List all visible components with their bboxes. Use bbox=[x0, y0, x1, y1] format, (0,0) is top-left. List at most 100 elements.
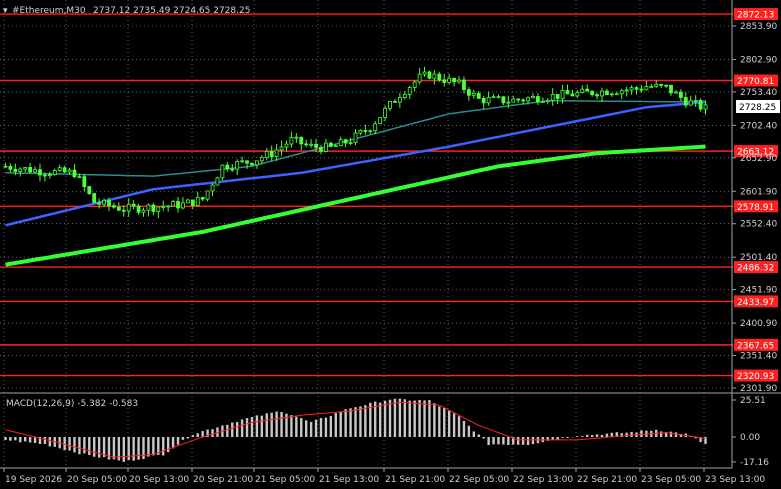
time-tick-label: 21 Sep 21:00 bbox=[385, 475, 445, 485]
candle-body bbox=[462, 79, 466, 90]
candle-body bbox=[619, 90, 624, 95]
candle-body bbox=[176, 201, 180, 209]
candle-body bbox=[476, 92, 481, 99]
candle-body bbox=[565, 90, 570, 95]
candle-body bbox=[289, 137, 294, 145]
time-tick-label: 23 Sep 13:00 bbox=[705, 475, 765, 485]
candle-body bbox=[703, 104, 708, 110]
candle-body bbox=[560, 90, 565, 99]
macd-label: MACD(12,26,9) -5.382 -0.583 bbox=[6, 399, 138, 409]
candle-body bbox=[319, 147, 323, 152]
candle-body bbox=[397, 97, 402, 103]
level-label: 2578.91 bbox=[737, 203, 774, 213]
candle-body bbox=[614, 93, 619, 96]
candle-body bbox=[205, 190, 210, 200]
candle-body bbox=[309, 143, 314, 146]
candle-body bbox=[264, 150, 269, 159]
candle-body bbox=[190, 199, 195, 206]
candle-body bbox=[624, 89, 629, 92]
candle-body bbox=[526, 97, 530, 102]
header-arrow-icon: ▾ bbox=[3, 6, 8, 16]
candle-body bbox=[82, 176, 87, 188]
candle-body bbox=[38, 169, 42, 176]
candle-body bbox=[570, 93, 575, 97]
candle-body bbox=[274, 149, 279, 158]
candle-body bbox=[674, 91, 678, 94]
candle-body bbox=[605, 90, 609, 96]
time-tick-label: 22 Sep 05:00 bbox=[449, 475, 509, 485]
candle-body bbox=[126, 203, 131, 212]
candle-body bbox=[521, 99, 526, 102]
candle-body bbox=[181, 202, 185, 209]
time-tick-label: 21 Sep 13:00 bbox=[319, 475, 379, 485]
candle-body bbox=[466, 89, 471, 96]
time-tick-label: 19 Sep 2026 bbox=[5, 475, 62, 485]
candle-body bbox=[634, 87, 639, 90]
candle-body bbox=[250, 162, 254, 166]
candle-body bbox=[491, 96, 496, 99]
candle-body bbox=[629, 87, 634, 91]
candle-body bbox=[407, 86, 412, 95]
candle-body bbox=[555, 93, 560, 99]
candle-body bbox=[373, 123, 378, 132]
candle-body bbox=[200, 196, 205, 200]
candle-body bbox=[43, 174, 47, 177]
candle-body bbox=[77, 176, 82, 179]
price-tick-label: 2451.90 bbox=[740, 286, 777, 296]
candle-body bbox=[600, 90, 604, 97]
candle-body bbox=[23, 167, 28, 170]
time-tick-label: 20 Sep 21:00 bbox=[193, 475, 253, 485]
price-tick-label: 2351.40 bbox=[740, 352, 777, 362]
candle-body bbox=[575, 92, 580, 97]
level-label: 2770.81 bbox=[737, 77, 774, 87]
level-label: 2433.97 bbox=[737, 298, 774, 308]
candle-body bbox=[688, 100, 693, 106]
candle-body bbox=[452, 77, 457, 83]
candle-body bbox=[447, 77, 452, 83]
candle-body bbox=[328, 142, 333, 147]
level-label: 2872.13 bbox=[737, 11, 774, 21]
candle-body bbox=[358, 130, 363, 134]
candle-body bbox=[393, 100, 397, 103]
level-label: 2367.65 bbox=[737, 341, 774, 351]
candle-body bbox=[304, 143, 309, 146]
candle-body bbox=[210, 184, 215, 192]
candle-body bbox=[353, 132, 358, 143]
time-tick-label: 20 Sep 13:00 bbox=[129, 475, 189, 485]
candle-body bbox=[511, 98, 516, 103]
candle-body bbox=[481, 97, 486, 104]
candle-body bbox=[324, 142, 328, 152]
candle-body bbox=[333, 145, 338, 148]
trading-chart[interactable]: 2872.132770.812663.122578.912486.322433.… bbox=[0, 0, 781, 489]
price-tick-label: 2501.40 bbox=[740, 253, 777, 263]
candle-body bbox=[516, 98, 521, 101]
chart-ohlc: 2737.12 2735.49 2724.65 2728.25 bbox=[93, 6, 250, 16]
candle-body bbox=[506, 101, 511, 104]
candle-body bbox=[136, 205, 141, 213]
candle-body bbox=[545, 99, 550, 102]
candle-body bbox=[486, 97, 491, 104]
candle-body bbox=[402, 93, 407, 98]
candle-body bbox=[457, 79, 461, 83]
candle-body bbox=[368, 130, 373, 133]
price-tick-label: 2853.90 bbox=[740, 22, 777, 32]
candle-body bbox=[112, 205, 116, 208]
candle-body bbox=[442, 79, 447, 83]
candle-body bbox=[245, 160, 249, 164]
candle-body bbox=[664, 84, 668, 87]
candle-body bbox=[422, 71, 427, 75]
candle-body bbox=[531, 96, 535, 99]
candle-body bbox=[92, 193, 97, 204]
time-tick-label: 22 Sep 21:00 bbox=[577, 475, 637, 485]
price-tick-label: 2601.90 bbox=[740, 187, 777, 197]
candle-body bbox=[62, 167, 67, 173]
candle-body bbox=[254, 160, 259, 166]
candle-body bbox=[3, 165, 8, 168]
candle-body bbox=[654, 83, 659, 88]
candle-body bbox=[609, 93, 614, 96]
candle-body bbox=[388, 100, 392, 109]
candle-body bbox=[501, 96, 506, 104]
price-tick-label: 2753.40 bbox=[740, 88, 777, 98]
level-label: 2486.32 bbox=[737, 264, 774, 274]
price-tick-label: 2552.40 bbox=[740, 220, 777, 230]
